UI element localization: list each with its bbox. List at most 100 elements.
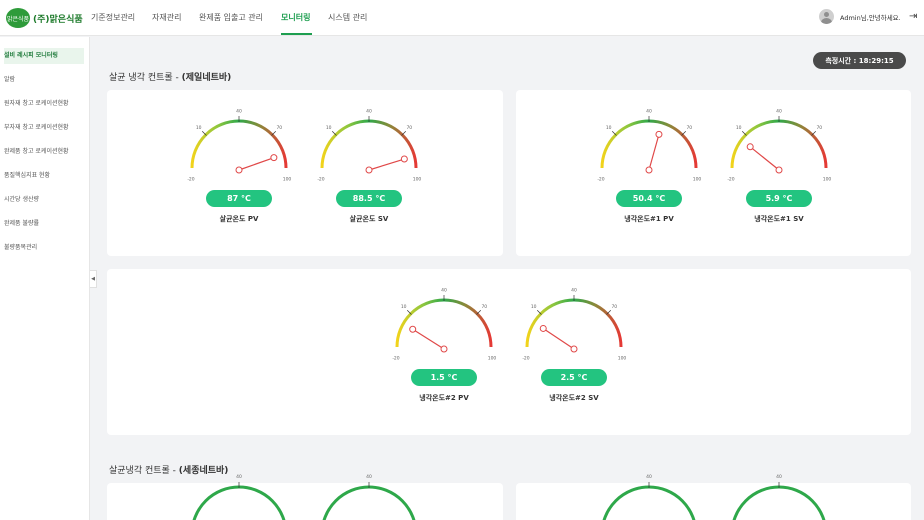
gauge-dial: -20 10 40 70 100 [317,109,422,183]
company-logo[interactable]: 맑은식품 (주)맑은식품 [6,8,83,28]
gauge-tick-label: 40 [646,109,652,115]
gauge-tick-label: 40 [236,474,242,480]
gauge-tick-label: 40 [366,109,372,115]
nav-item-materials[interactable]: 자재관리 [152,12,181,23]
nav-item-monitoring[interactable]: 모니터링 [281,12,310,23]
gauge-tick-label: 40 [776,474,782,480]
gauge-tick-label: 100 [823,177,832,183]
gauge-tick-label: 10 [606,125,612,131]
gauge-label: 냉각온도#1 SV [754,215,804,223]
gauge-tick-label: -20 [392,356,399,362]
temperature-gauge: -20 10 40 70 100 50.4 °C 냉각온도#1 PV [594,108,704,238]
gauge-tick-label: -20 [317,177,324,183]
gauge-needle-pivot [440,345,448,353]
gauge-needle [542,327,575,350]
gauge-card-sejong-1 [107,483,503,520]
gauge-tick-label: 40 [571,288,577,294]
temperature-gauge: -20 10 40 70 100 1.5 °C 냉각온도#2 PV [389,287,499,417]
sidebar-item-defect-items[interactable]: 불량품목관리 [4,240,84,256]
gauge-dial: -20 10 40 70 100 [187,109,291,183]
gauge-tick-label: -20 [522,356,529,362]
gauge-tick-label: 40 [236,109,242,115]
section-title-prefix: 살균 냉각 컨트롤 - [109,73,182,83]
gauge-dial: -20 10 40 70 100 [727,109,832,183]
temperature-gauge: -20 10 40 70 100 5.9 °C 냉각온도#1 SV [724,108,834,238]
gauge-tick-label: 70 [611,304,617,310]
sidebar-item-quality-kpi[interactable]: 품질핵심지표 현황 [4,168,84,184]
gauge-arc [190,119,288,169]
gauge-tick-label: 70 [816,125,822,131]
gauge-needle-tip [655,130,663,138]
gauge-card-sejong-2 [516,483,911,520]
gauge-arc [730,119,828,169]
nav-item-product-inout[interactable]: 완제품 입출고 관리 [199,12,263,23]
section-title-prefix: 살균냉각 컨트롤 - [109,466,179,476]
logout-icon[interactable]: ⇥ [909,12,917,22]
sidebar: 설비 레시피 모니터링 알람 원자재 창고 로케이션현황 부자재 창고 로케이션… [0,37,90,520]
gauge-needle-pivot [235,166,243,174]
gauge-tick-label: 70 [481,304,487,310]
gauge-arc [322,485,416,520]
gauge-value-badge: 87 °C [206,190,272,207]
gauge-needle [648,134,660,171]
gauge-dial: -20 10 40 70 100 [392,288,497,362]
gauge-value-badge: 1.5 °C [411,369,477,386]
gauge-label: 냉각온도#2 PV [419,394,469,402]
gauge-needle [749,146,780,171]
section-title-line: (제일네트바) [181,73,232,83]
sidebar-item-sub-material-location[interactable]: 부자재 창고 로케이션현황 [4,120,84,136]
chevron-left-icon: ◀ [91,276,95,282]
gauge-needle-tip [400,155,408,163]
nav-item-system[interactable]: 시스템 관리 [328,12,367,23]
gauge-tick-label: 10 [736,125,742,131]
sidebar-item-defect-rate[interactable]: 완제품 불량률 [4,216,84,232]
gauge-needle [412,328,445,350]
gauge-needle-pivot [570,345,578,353]
gauge-tick-label: 40 [646,474,652,480]
gauge-tick-label: 100 [693,177,702,183]
sidebar-item-hourly-output[interactable]: 시간당 생산량 [4,192,84,208]
gauge-label: 살균온도 SV [349,215,389,223]
gauge-tick-label: -20 [187,177,194,183]
gauge-card-sterilization [107,90,503,256]
gauge-tick-label: 10 [326,125,332,131]
gauge-arc [395,298,493,348]
avatar[interactable] [819,9,834,24]
gauge-tick-label: 70 [276,125,282,131]
sidebar-collapse-handle[interactable]: ◀ [90,270,97,288]
gauge-tick-label: 70 [686,125,692,131]
gauge-arc [192,485,286,520]
nav-item-master-data[interactable]: 기준정보관리 [91,12,135,23]
active-nav-indicator [281,33,312,35]
gauge-arc [525,298,623,348]
gauge-value-badge: 50.4 °C [616,190,682,207]
gauge-needle-tip [746,143,754,151]
gauge-tick-label: 40 [776,109,782,115]
measure-time-badge: 측정시간 : 18:29:15 [813,52,906,69]
sidebar-item-raw-material-location[interactable]: 원자재 창고 로케이션현황 [4,96,84,112]
temperature-gauge: -20 10 40 70 100 2.5 °C 냉각온도#2 SV [519,287,629,417]
section-title: 살균 냉각 컨트롤 - (제일네트바) [109,70,231,83]
gauge-tick-label: 70 [406,125,412,131]
gauge-tick-label: 10 [196,125,202,131]
gauge-tick-label: 100 [488,356,497,362]
user-greeting: Admin님,안녕하세요. [840,13,901,22]
user-info[interactable]: Admin님,안녕하세요. [819,9,901,24]
sidebar-item-alarm[interactable]: 알람 [4,72,84,88]
gauge-value-badge: 2.5 °C [541,369,607,386]
gauge-needle-pivot [365,166,373,174]
gauge-tick-label: -20 [727,177,734,183]
gauge-dial: -20 10 40 70 100 [522,288,626,362]
gauge-label: 냉각온도#1 PV [624,215,674,223]
logo-text: (주)맑은식품 [33,14,83,25]
gauge-value-badge: 5.9 °C [746,190,812,207]
sidebar-item-equipment-recipe[interactable]: 설비 레시피 모니터링 [4,48,84,64]
gauge-card-cooling-2 [107,269,911,435]
temperature-gauge: -20 10 40 70 100 88.5 °C 살균온도 SV [314,108,424,238]
gauge-arc [732,485,826,520]
gauge-dial-partial: 40 [322,474,416,520]
sidebar-item-product-location[interactable]: 완제품 창고 로케이션현황 [4,144,84,160]
gauge-needle-pivot [645,166,653,174]
gauge-dial-partial: 40 [732,474,826,520]
gauge-tick-label: 100 [413,177,422,183]
